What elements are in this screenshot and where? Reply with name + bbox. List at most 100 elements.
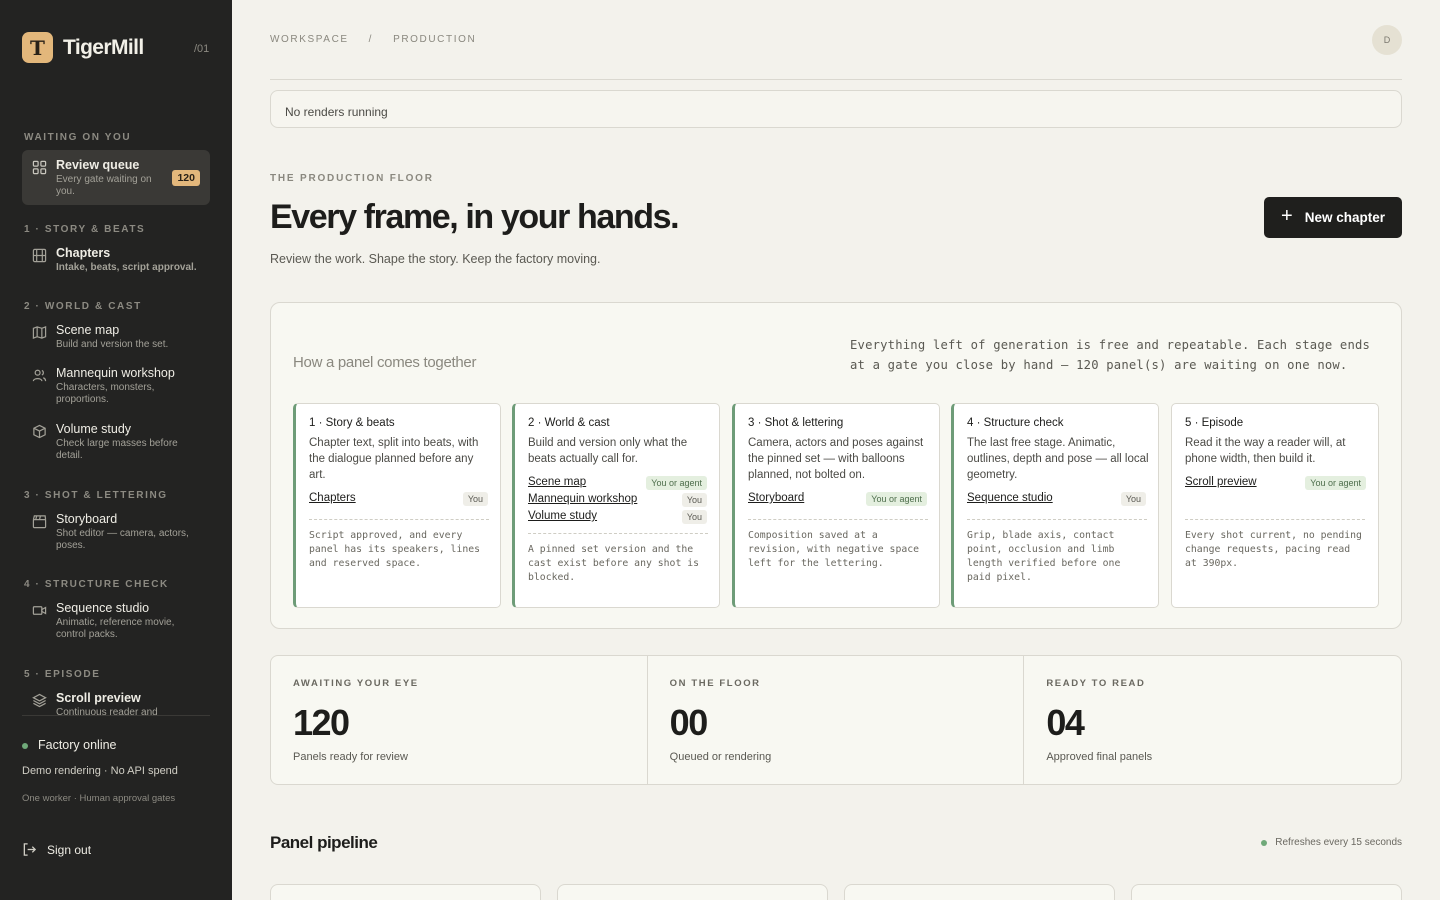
flow-title: How a panel comes together (293, 354, 477, 371)
stat-ready[interactable]: READY TO READ 04 Approved final panels (1024, 656, 1401, 784)
flow-description: Everything left of generation is free an… (850, 338, 1371, 372)
layers-icon (32, 693, 47, 708)
nav-title: Sequence studio (56, 601, 150, 615)
nav-title: Scroll preview (56, 691, 141, 705)
nav-section-waiting: WAITING ON YOU (24, 132, 132, 143)
plus-icon: + (1281, 205, 1293, 227)
stage-divider (967, 519, 1147, 520)
stage-link-storyboard[interactable]: Storyboard (748, 492, 804, 504)
stat-awaiting[interactable]: AWAITING YOUR EYE 120 Panels ready for r… (271, 656, 648, 784)
nav-title: Scene map (56, 323, 120, 337)
pipeline-column[interactable] (557, 884, 828, 900)
factory-status-note: One worker · Human approval gates (22, 793, 176, 804)
stage-card-shot: 3 · Shot & lettering Camera, actors and … (732, 403, 940, 608)
owner-tag: You or agent (1305, 476, 1366, 490)
stage-divider (528, 533, 708, 534)
owner-tag: You (1120, 492, 1146, 506)
sidebar-item-scene-map[interactable]: Scene map Build and version the set. (22, 315, 210, 357)
stage-link-sequence-studio[interactable]: Sequence studio (967, 492, 1053, 504)
pipeline-column[interactable] (844, 884, 1115, 900)
brand-name: TigerMill (63, 35, 144, 59)
stat-caption: Panels ready for review (293, 751, 408, 763)
stat-value: 04 (1046, 702, 1085, 743)
stat-on-floor[interactable]: ON THE FLOOR 00 Queued or rendering (648, 656, 1025, 784)
new-chapter-button[interactable]: + New chapter (1264, 197, 1402, 238)
page-subtitle: Review the work. Shape the story. Keep t… (270, 252, 601, 266)
nav-title: Volume study (56, 422, 132, 436)
clapboard-icon (32, 515, 47, 529)
stage-gate: Grip, blade axis, contact point, occlusi… (967, 530, 1121, 583)
grid-icon (32, 160, 47, 175)
brand-version: /01 (194, 43, 210, 55)
stage-link-scroll-preview[interactable]: Scroll preview (1185, 476, 1257, 488)
stat-label: AWAITING YOUR EYE (293, 678, 419, 689)
nav-section-structure: 4 · STRUCTURE CHECK (24, 579, 169, 590)
sidebar-item-review-queue[interactable]: Review queue Every gate waiting on you. … (22, 150, 210, 205)
owner-tag: You or agent (646, 476, 707, 490)
sign-out-label: Sign out (47, 842, 92, 857)
stage-title: 1 · Story & beats (309, 417, 395, 429)
nav-section-world: 2 · WORLD & CAST (24, 301, 142, 312)
stage-link-chapters[interactable]: Chapters (309, 492, 356, 504)
stat-caption: Queued or rendering (669, 751, 772, 763)
stage-link-scene-map[interactable]: Scene map (528, 476, 586, 488)
refresh-indicator: Refreshes every 15 seconds (1261, 837, 1402, 848)
nav-desc: Intake, beats, script approval. (56, 262, 197, 273)
owner-tag: You (462, 492, 488, 506)
breadcrumb-separator: / (368, 34, 374, 45)
stage-gate: Script approved, and every panel has its… (309, 530, 481, 569)
sign-out-button[interactable]: Sign out (22, 842, 91, 857)
stage-title: 4 · Structure check (967, 417, 1064, 429)
stage-divider (1185, 519, 1365, 520)
main-content: WORKSPACE / PRODUCTION D No renders runn… (270, 0, 1402, 900)
sidebar-divider (22, 715, 210, 716)
pipeline-column[interactable] (270, 884, 541, 900)
page-title: Every frame, in your hands. (270, 198, 680, 236)
sidebar-item-chapters[interactable]: Chapters Intake, beats, script approval. (22, 238, 210, 280)
stage-desc: Build and version only what the beats ac… (528, 437, 688, 465)
nav-title: Storyboard (56, 512, 118, 526)
stats-strip: AWAITING YOUR EYE 120 Panels ready for r… (270, 655, 1402, 785)
stage-link-mannequin-workshop[interactable]: Mannequin workshop (528, 493, 637, 505)
stat-value: 120 (293, 702, 350, 743)
pipeline-column[interactable] (1131, 884, 1402, 900)
stat-label: ON THE FLOOR (669, 678, 761, 689)
users-icon (32, 369, 47, 382)
header-divider (270, 79, 1402, 80)
stage-gate: Every shot current, no pending change re… (1185, 530, 1362, 569)
avatar[interactable]: D (1372, 25, 1402, 55)
new-chapter-label: New chapter (1304, 210, 1385, 225)
sidebar-item-storyboard[interactable]: Storyboard Shot editor — camera, actors,… (22, 504, 210, 558)
brand[interactable]: T TigerMill (22, 32, 144, 63)
stage-desc: The last free stage. Animatic, outlines,… (967, 437, 1149, 481)
sidebar-nav[interactable]: WAITING ON YOU Review queue Every gate w… (0, 126, 232, 716)
sidebar-item-volume-study[interactable]: Volume study Check large masses before d… (22, 414, 210, 468)
nav-desc: Build and version the set. (56, 339, 169, 350)
nav-section-shot: 3 · SHOT & LETTERING (24, 490, 168, 501)
video-icon (32, 606, 47, 615)
nav-title: Review queue (56, 158, 140, 172)
breadcrumb-workspace[interactable]: WORKSPACE (270, 34, 349, 45)
sidebar-item-scroll-preview[interactable]: Scroll preview Continuous reader and (22, 683, 210, 716)
stage-title: 3 · Shot & lettering (748, 417, 844, 429)
stage-desc: Read it the way a reader will, at phone … (1185, 437, 1346, 465)
factory-status: Factory online (38, 738, 117, 752)
nav-desc: Characters, monsters, proportions. (56, 382, 155, 405)
owner-tag: You (681, 493, 707, 507)
stage-desc: Camera, actors and poses against the pin… (748, 437, 924, 481)
owner-tag: You (681, 510, 707, 524)
sidebar-item-mannequin-workshop[interactable]: Mannequin workshop Characters, monsters,… (22, 358, 210, 412)
nav-desc: Shot editor — camera, actors, poses. (56, 528, 189, 551)
nav-section-episode: 5 · EPISODE (24, 669, 101, 680)
stage-link-volume-study[interactable]: Volume study (528, 510, 597, 522)
breadcrumb-production: PRODUCTION (393, 34, 477, 45)
sign-out-icon (23, 843, 37, 856)
stat-label: READY TO READ (1046, 678, 1146, 689)
sidebar-item-sequence-studio[interactable]: Sequence studio Animatic, reference movi… (22, 593, 210, 647)
stage-divider (309, 519, 489, 520)
nav-desc: Check large masses before detail. (56, 438, 178, 461)
stat-value: 00 (669, 702, 709, 743)
stage-desc: Chapter text, split into beats, with the… (309, 437, 479, 481)
refresh-label: Refreshes every 15 seconds (1275, 837, 1402, 848)
stage-card-episode: 5 · Episode Read it the way a reader wil… (1171, 403, 1379, 608)
